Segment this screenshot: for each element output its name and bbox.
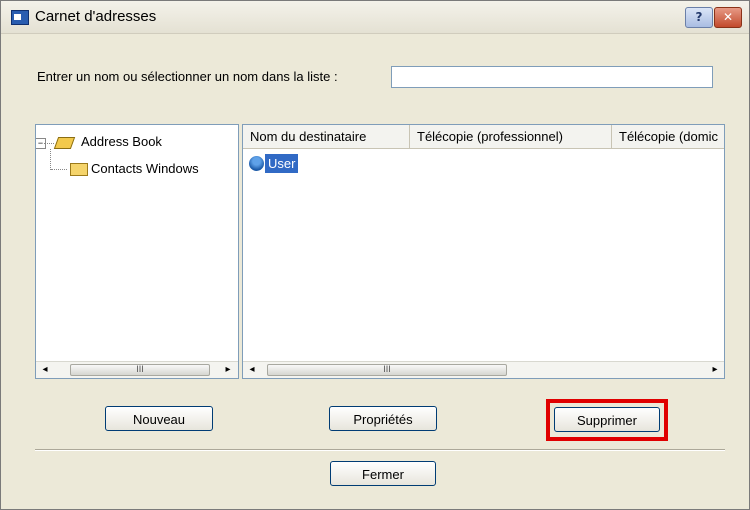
tree-horizontal-scrollbar[interactable]: ◂ III ▸: [36, 361, 238, 378]
tree-connector: [51, 169, 67, 170]
tree-connector: [50, 149, 51, 170]
column-header-name[interactable]: Nom du destinataire: [243, 125, 410, 148]
list-horizontal-scrollbar[interactable]: ◂ III ▸: [243, 361, 724, 378]
scroll-left-icon[interactable]: ◂: [39, 364, 51, 376]
folder-tree[interactable]: − Address Book Contacts Windows ◂ III ▸: [35, 124, 239, 379]
search-prompt-label: Entrer un nom ou sélectionner un nom dan…: [37, 69, 338, 84]
tree-item-label: Address Book: [81, 134, 162, 149]
tree-connector: [44, 143, 54, 144]
title-bar[interactable]: Carnet d'adresses ? ✕: [1, 1, 749, 34]
scroll-right-icon[interactable]: ▸: [709, 364, 721, 376]
new-button[interactable]: Nouveau: [105, 406, 213, 431]
list-header: Nom du destinataire Télécopie (professio…: [243, 125, 724, 149]
address-book-dialog: Carnet d'adresses ? ✕ Entrer un nom ou s…: [0, 0, 750, 510]
close-button[interactable]: Fermer: [330, 461, 436, 486]
column-header-home-fax[interactable]: Télécopie (domic: [612, 125, 724, 148]
separator: [35, 449, 725, 451]
folder-icon: [70, 163, 88, 176]
list-item-name: User: [265, 154, 299, 173]
contact-icon: [249, 156, 264, 171]
recipient-list[interactable]: Nom du destinataire Télécopie (professio…: [242, 124, 725, 379]
column-header-work-fax[interactable]: Télécopie (professionnel): [410, 125, 612, 148]
window-icon: [11, 10, 29, 25]
search-input[interactable]: [391, 66, 713, 88]
tree-item-label: Contacts Windows: [91, 161, 199, 176]
properties-button[interactable]: Propriétés: [329, 406, 437, 431]
scroll-left-icon[interactable]: ◂: [246, 364, 258, 376]
help-button[interactable]: ?: [685, 7, 713, 28]
scroll-right-icon[interactable]: ▸: [222, 364, 234, 376]
scroll-thumb[interactable]: III: [70, 364, 210, 376]
delete-button[interactable]: Supprimer: [554, 407, 660, 432]
book-icon: [53, 137, 76, 149]
scroll-thumb[interactable]: III: [267, 364, 507, 376]
close-window-button[interactable]: ✕: [714, 7, 742, 28]
window-title: Carnet d'adresses: [35, 8, 157, 25]
